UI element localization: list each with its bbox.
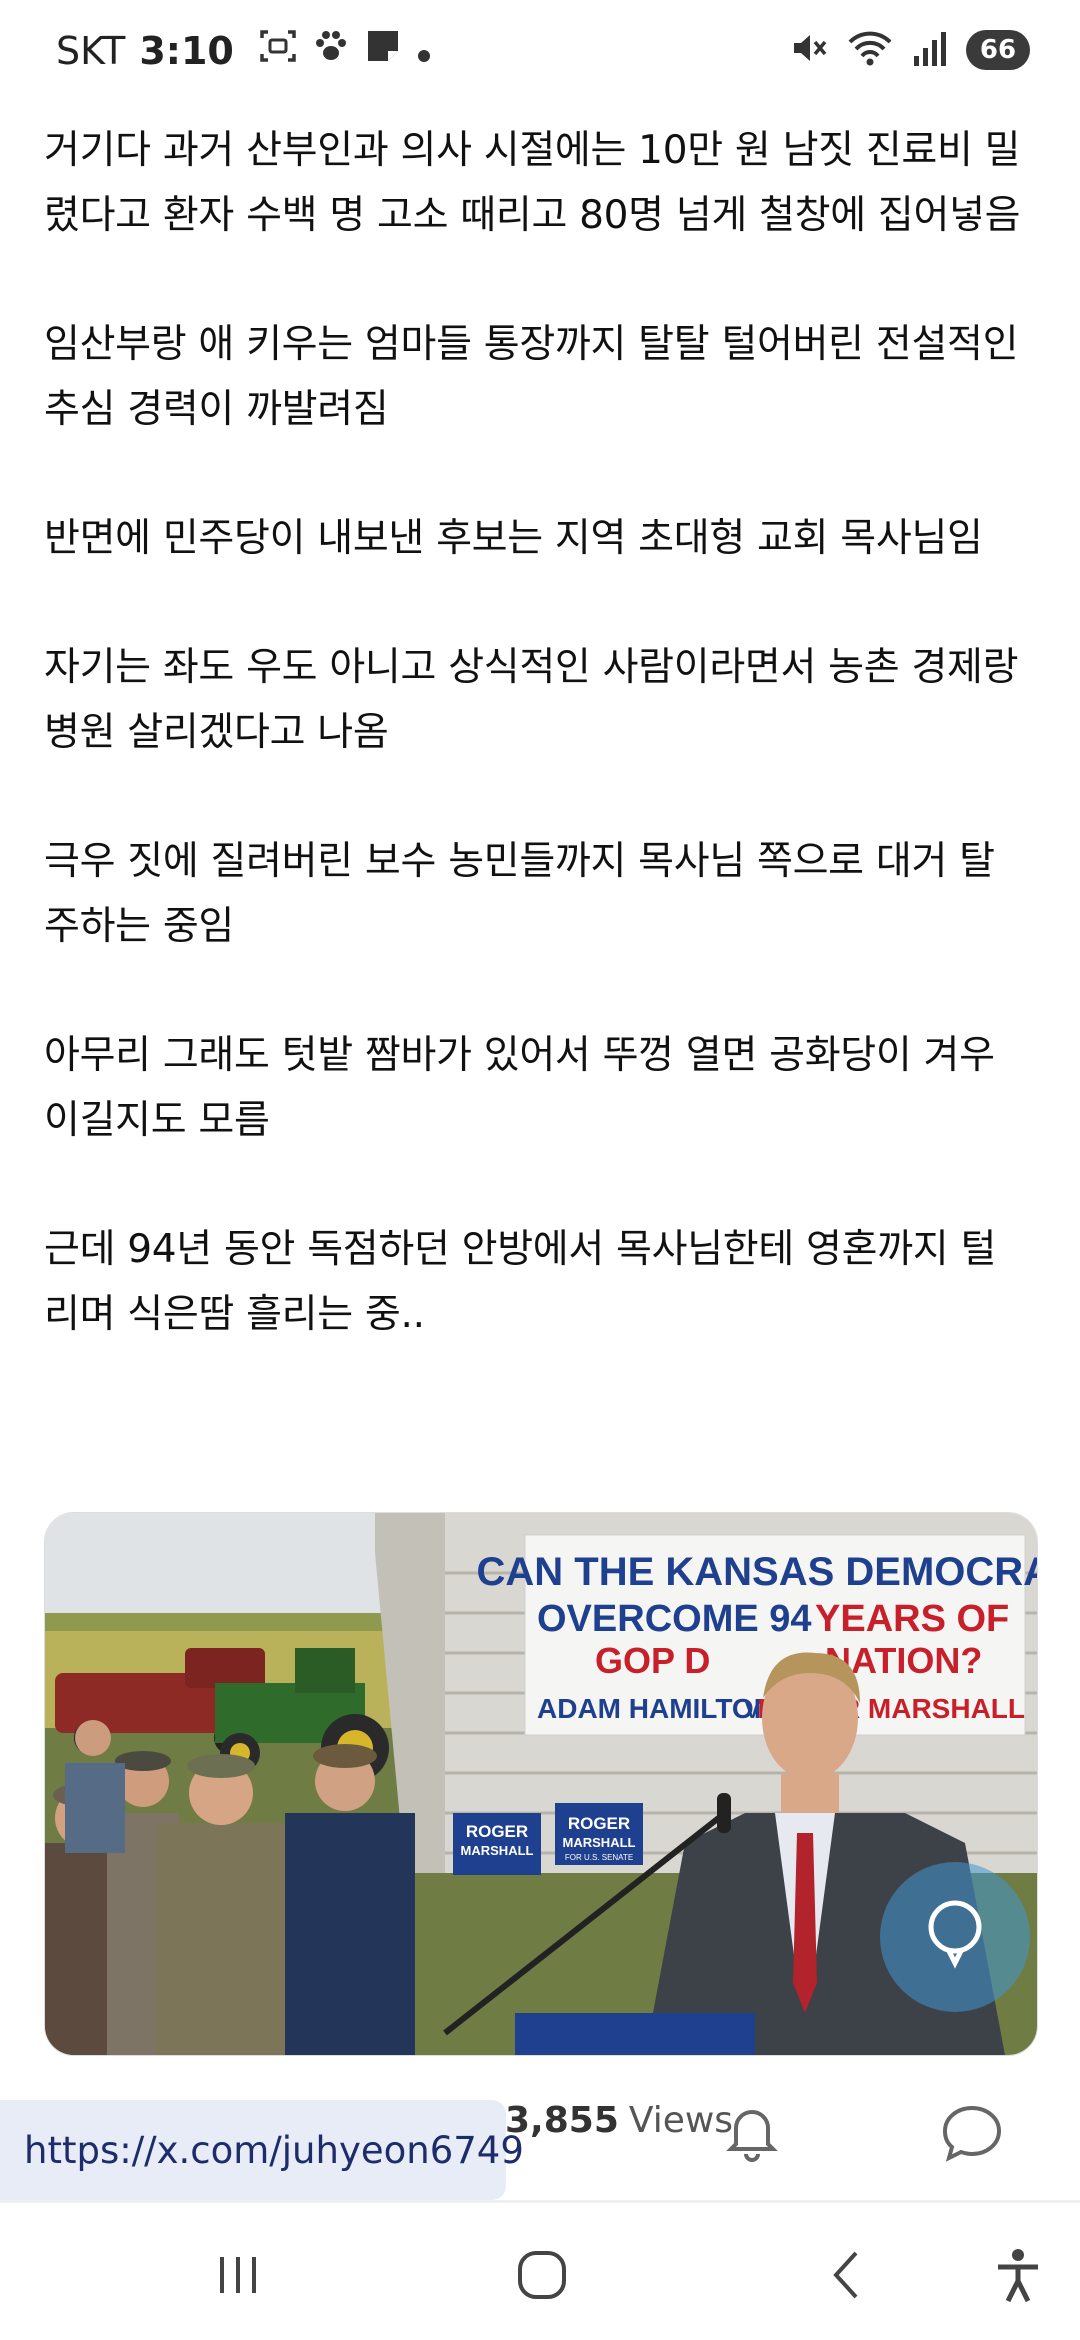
yard-sign: ROGER MARSHALL	[453, 1813, 541, 1875]
recent-apps-button[interactable]	[208, 2245, 268, 2309]
url-toast[interactable]: https://x.com/juhyeon6749	[0, 2100, 524, 2200]
status-bar: SKT 3:10 66	[0, 0, 1080, 100]
yard-sign-name: ROGER	[568, 1814, 630, 1833]
comment-icon[interactable]	[940, 2102, 1004, 2166]
post-image[interactable]: CAN THE KANSAS DEMOCRAT OVERCOME 94 YEAR…	[44, 1512, 1038, 2056]
battery-icon: 66	[966, 30, 1030, 70]
mute-icon	[788, 28, 828, 72]
back-icon	[818, 2245, 878, 2309]
paw-icon	[312, 27, 350, 74]
yard-sign: ROGER MARSHALL FOR U.S. SENATE	[555, 1803, 643, 1865]
home-button[interactable]	[512, 2245, 572, 2309]
post-paragraph: 거기다 과거 산부인과 의사 시절에는 10만 원 남짓 진료비 밀렸다고 환자…	[44, 128, 1021, 238]
accessibility-button[interactable]	[988, 2245, 1048, 2309]
floating-chat-button[interactable]	[880, 1862, 1030, 2012]
post-paragraph: 아무리 그래도 텃밭 짬바가 있어서 뚜껑 열면 공화당이 겨우 이길지도 모름	[44, 1033, 995, 1143]
yard-sign-name-2: MARSHALL	[563, 1835, 636, 1850]
views-counter: 3,855 Views	[505, 2100, 733, 2141]
post-paragraph: 극우 짓에 질려버린 보수 농민들까지 목사님 쪽으로 대거 탈주하는 중임	[44, 839, 995, 949]
yard-sign-sub: FOR U.S. SENATE	[565, 1853, 633, 1862]
accessibility-icon	[988, 2245, 1048, 2309]
views-label: Views	[628, 2100, 734, 2141]
recent-apps-icon	[208, 2245, 268, 2309]
url-toast-text: https://x.com/juhyeon6749	[24, 2128, 524, 2172]
post-paragraph: 반면에 민주당이 내보낸 후보는 지역 초대형 교회 목사님임	[44, 516, 983, 561]
chat-bubble-icon	[920, 1895, 990, 1979]
system-nav-bar	[0, 2205, 1080, 2340]
bell-icon[interactable]	[722, 2102, 782, 2166]
post-paragraph: 자기는 좌도 우도 아니고 상식적인 사람이라면서 농촌 경제랑 병원 살리겠다…	[44, 645, 1019, 755]
clock: 3:10	[139, 28, 234, 73]
carrier-label: SKT	[56, 28, 126, 73]
post-body: 거기다 과거 산부인과 의사 시절에는 10만 원 남짓 진료비 밀렸다고 환자…	[44, 118, 1024, 1411]
dot-icon	[416, 29, 432, 73]
banner-line-2b: YEARS OF	[815, 1598, 1009, 1640]
banner-line-1: CAN THE KANSAS DEMOCRAT	[476, 1550, 1037, 1594]
banner-line-3a: GOP D	[595, 1640, 710, 1681]
campaign-photo: CAN THE KANSAS DEMOCRAT OVERCOME 94 YEAR…	[45, 1513, 1037, 2055]
yard-sign-name: ROGER	[466, 1822, 528, 1841]
signal-icon	[912, 28, 948, 72]
post-paragraph: 근데 94년 동안 독점하던 안방에서 목사님한테 영혼까지 털리며 식은땀 흘…	[44, 1227, 997, 1337]
divider	[0, 2200, 1080, 2203]
home-icon	[512, 2245, 572, 2309]
back-button[interactable]	[818, 2245, 878, 2309]
post-paragraph: 임산부랑 애 키우는 엄마들 통장까지 탈탈 털어버린 전설적인 추심 경력이 …	[44, 322, 1019, 432]
banner-line-2a: OVERCOME 94	[537, 1598, 812, 1640]
banner-line-4a: ADAM HAMILTON	[537, 1693, 774, 1724]
screenshot-icon	[258, 26, 298, 75]
crowd	[45, 1720, 415, 2055]
yard-sign-name-2: MARSHALL	[461, 1843, 534, 1858]
wifi-icon	[846, 28, 894, 72]
note-icon	[364, 27, 402, 74]
